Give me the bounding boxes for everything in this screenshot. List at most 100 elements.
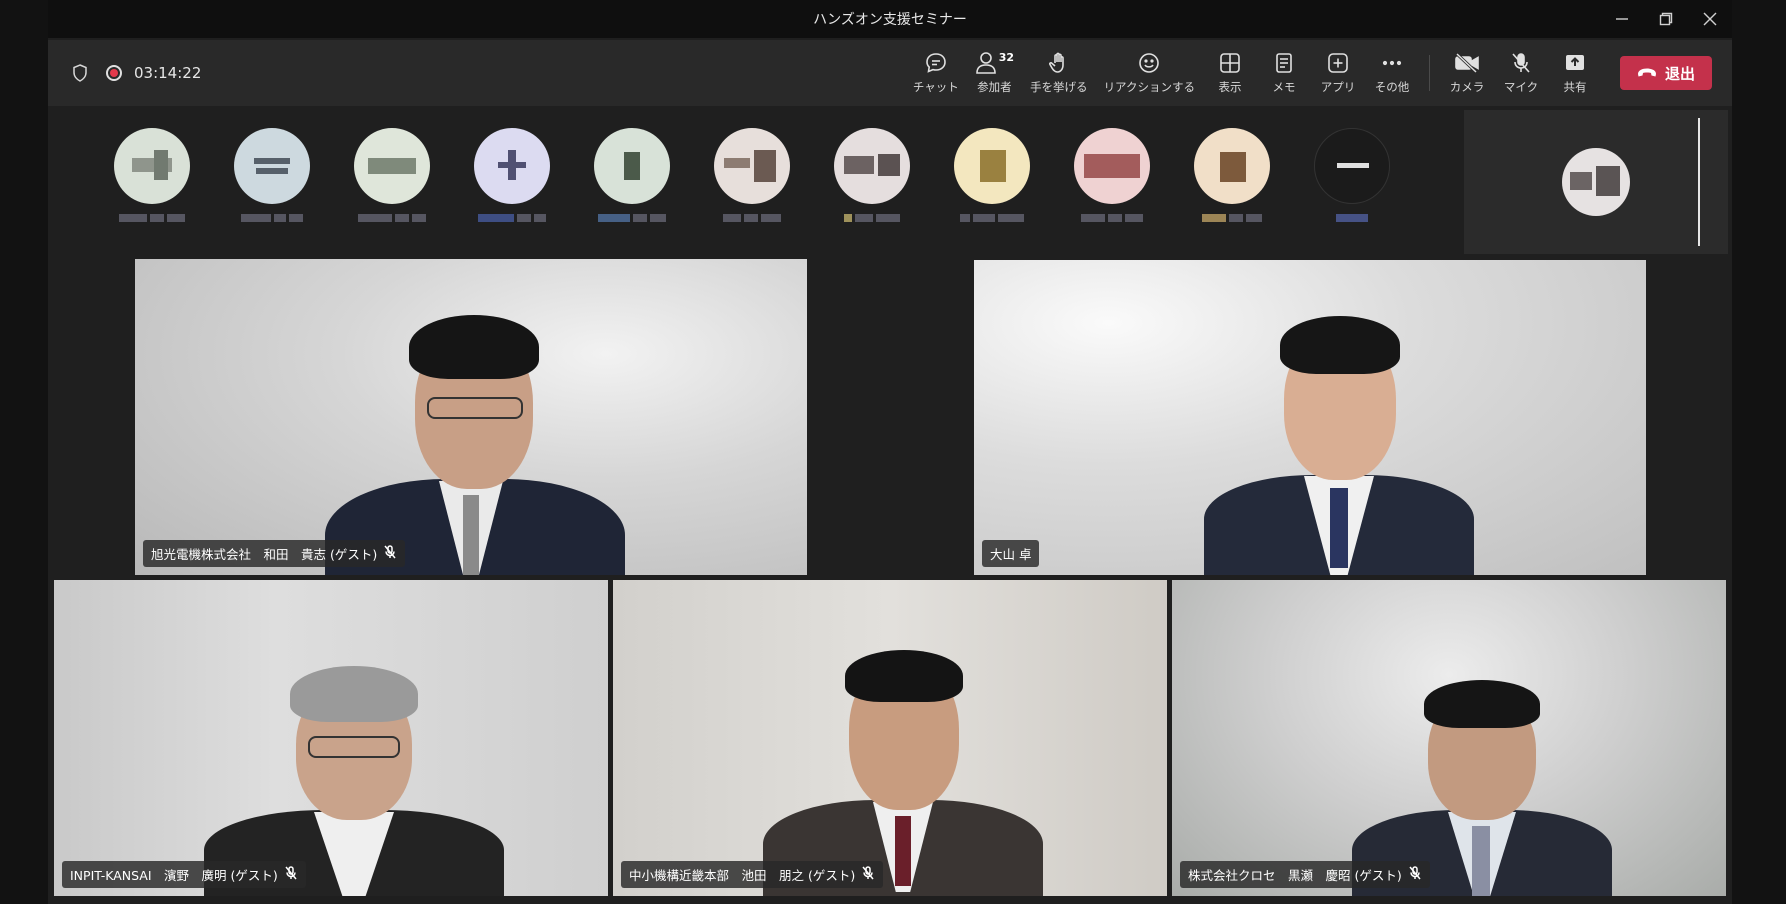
- participant-name: 株式会社クロセ 黒瀬 慶昭 (ゲスト): [1188, 868, 1402, 883]
- participant-avatar[interactable]: [582, 128, 682, 226]
- participant-avatar[interactable]: [102, 128, 202, 226]
- participant-avatar[interactable]: [222, 128, 322, 226]
- video-tile-active-speaker[interactable]: 大山 卓: [974, 260, 1646, 575]
- participant-name-blurred: [704, 214, 800, 226]
- participants-label: 参加者: [977, 80, 1012, 94]
- participant-avatar[interactable]: [702, 128, 802, 226]
- mic-label: マイク: [1503, 80, 1539, 94]
- participant-avatar[interactable]: [462, 128, 562, 226]
- smiley-icon: [1139, 53, 1160, 73]
- hang-up-icon: [1637, 68, 1656, 77]
- participant-avatar[interactable]: [1182, 128, 1282, 226]
- participant-name: 大山 卓: [990, 547, 1032, 562]
- participant-name-blurred: [224, 214, 320, 226]
- layout-grid-icon: [1220, 53, 1240, 73]
- meeting-info: 03:14:22: [48, 64, 201, 82]
- avatar: [714, 128, 790, 204]
- close-button[interactable]: [1688, 0, 1732, 38]
- meeting-timer: 03:14:22: [134, 64, 202, 82]
- apps-button[interactable]: アプリ: [1311, 40, 1365, 106]
- restore-icon: [1659, 12, 1673, 26]
- participant-name-tag: 中小機構近畿本部 池田 朋之 (ゲスト): [621, 861, 884, 888]
- mic-off-icon: [1512, 53, 1530, 73]
- minimize-icon: [1616, 18, 1628, 20]
- participant-name-tag: 株式会社クロセ 黒瀬 慶昭 (ゲスト): [1180, 861, 1430, 888]
- participant-avatar[interactable]: [1062, 128, 1162, 226]
- notes-button[interactable]: メモ: [1257, 40, 1311, 106]
- scroll-indicator[interactable]: [1698, 118, 1700, 246]
- hand-icon: [1048, 52, 1064, 73]
- window-title: ハンズオン支援セミナー: [813, 12, 967, 28]
- participants-button[interactable]: 32 参加者: [967, 40, 1022, 106]
- self-avatar: [1562, 148, 1630, 216]
- shield-icon[interactable]: [72, 64, 88, 82]
- minimize-button[interactable]: [1600, 0, 1644, 38]
- self-preview-tile[interactable]: [1464, 110, 1728, 254]
- mic-button[interactable]: マイク: [1494, 40, 1548, 106]
- participant-name-blurred: [464, 214, 560, 226]
- notes-icon: [1276, 53, 1292, 73]
- teams-meeting-window: ハンズオン支援セミナー 03:14:22 チャット 32 参加者 手を挙げる リ…: [48, 0, 1732, 904]
- raise-hand-label: 手を挙げる: [1030, 80, 1088, 94]
- participant-name-tag: 旭光電機株式会社 和田 貴志 (ゲスト): [143, 540, 406, 567]
- participant-name-blurred: [1184, 214, 1280, 226]
- participant-name-blurred: [944, 214, 1040, 226]
- notes-label: メモ: [1272, 80, 1296, 94]
- participant-name-blurred: [1064, 214, 1160, 226]
- avatar: [954, 128, 1030, 204]
- mic-off-icon: [861, 866, 875, 883]
- close-icon: [1703, 12, 1717, 26]
- participant-name: INPIT-KANSAI 濱野 廣明 (ゲスト): [70, 868, 278, 883]
- avatar: [234, 128, 310, 204]
- window-controls: [1600, 0, 1732, 38]
- avatar: [474, 128, 550, 204]
- share-label: 共有: [1563, 80, 1587, 94]
- participant-strip: [48, 110, 1732, 256]
- mic-off-icon: [284, 866, 298, 883]
- participant-avatar[interactable]: [342, 128, 442, 226]
- participant-avatar[interactable]: [822, 128, 922, 226]
- participant-name-tag: 大山 卓: [982, 540, 1040, 567]
- participant-video: [763, 650, 1043, 896]
- participant-name-blurred: [104, 214, 200, 226]
- view-button[interactable]: 表示: [1203, 40, 1257, 106]
- video-tile[interactable]: INPIT-KANSAI 濱野 廣明 (ゲスト): [54, 580, 608, 896]
- more-label: その他: [1374, 80, 1410, 94]
- recording-icon: [106, 65, 122, 81]
- video-tile[interactable]: 旭光電機株式会社 和田 貴志 (ゲスト): [135, 259, 807, 575]
- leave-button[interactable]: 退出: [1620, 56, 1712, 90]
- avatar: [1074, 128, 1150, 204]
- add-app-icon: [1328, 53, 1348, 73]
- video-tile[interactable]: 株式会社クロセ 黒瀬 慶昭 (ゲスト): [1172, 580, 1726, 896]
- raise-hand-button[interactable]: 手を挙げる: [1022, 40, 1096, 106]
- meeting-toolbar: 03:14:22 チャット 32 参加者 手を挙げる リアクションする 表示 メ…: [48, 40, 1732, 106]
- chat-button[interactable]: チャット: [905, 40, 967, 106]
- react-button[interactable]: リアクションする: [1096, 40, 1203, 106]
- restore-button[interactable]: [1644, 0, 1688, 38]
- apps-label: アプリ: [1320, 80, 1356, 94]
- title-bar: ハンズオン支援セミナー: [48, 0, 1732, 38]
- camera-label: カメラ: [1449, 80, 1485, 94]
- mic-off-icon: [1408, 866, 1422, 883]
- toolbar-divider: [1429, 55, 1430, 91]
- avatar: [354, 128, 430, 204]
- avatar: [1314, 128, 1390, 204]
- avatar: [1194, 128, 1270, 204]
- participant-avatar[interactable]: [942, 128, 1042, 226]
- camera-button[interactable]: カメラ: [1440, 40, 1494, 106]
- view-label: 表示: [1218, 80, 1242, 94]
- more-button[interactable]: その他: [1365, 40, 1419, 106]
- avatar: [834, 128, 910, 204]
- video-tile[interactable]: 中小機構近畿本部 池田 朋之 (ゲスト): [613, 580, 1167, 896]
- avatar: [114, 128, 190, 204]
- participant-name: 中小機構近畿本部 池田 朋之 (ゲスト): [629, 868, 856, 883]
- participant-name-blurred: [584, 214, 680, 226]
- mic-off-icon: [383, 545, 397, 562]
- participant-avatar[interactable]: [1302, 128, 1402, 226]
- participants-count: 32: [998, 51, 1015, 64]
- more-icon: [1382, 60, 1402, 66]
- avatar: [594, 128, 670, 204]
- participant-name-tag: INPIT-KANSAI 濱野 廣明 (ゲスト): [62, 861, 306, 888]
- share-button[interactable]: 共有: [1548, 40, 1602, 106]
- people-icon: [975, 52, 996, 74]
